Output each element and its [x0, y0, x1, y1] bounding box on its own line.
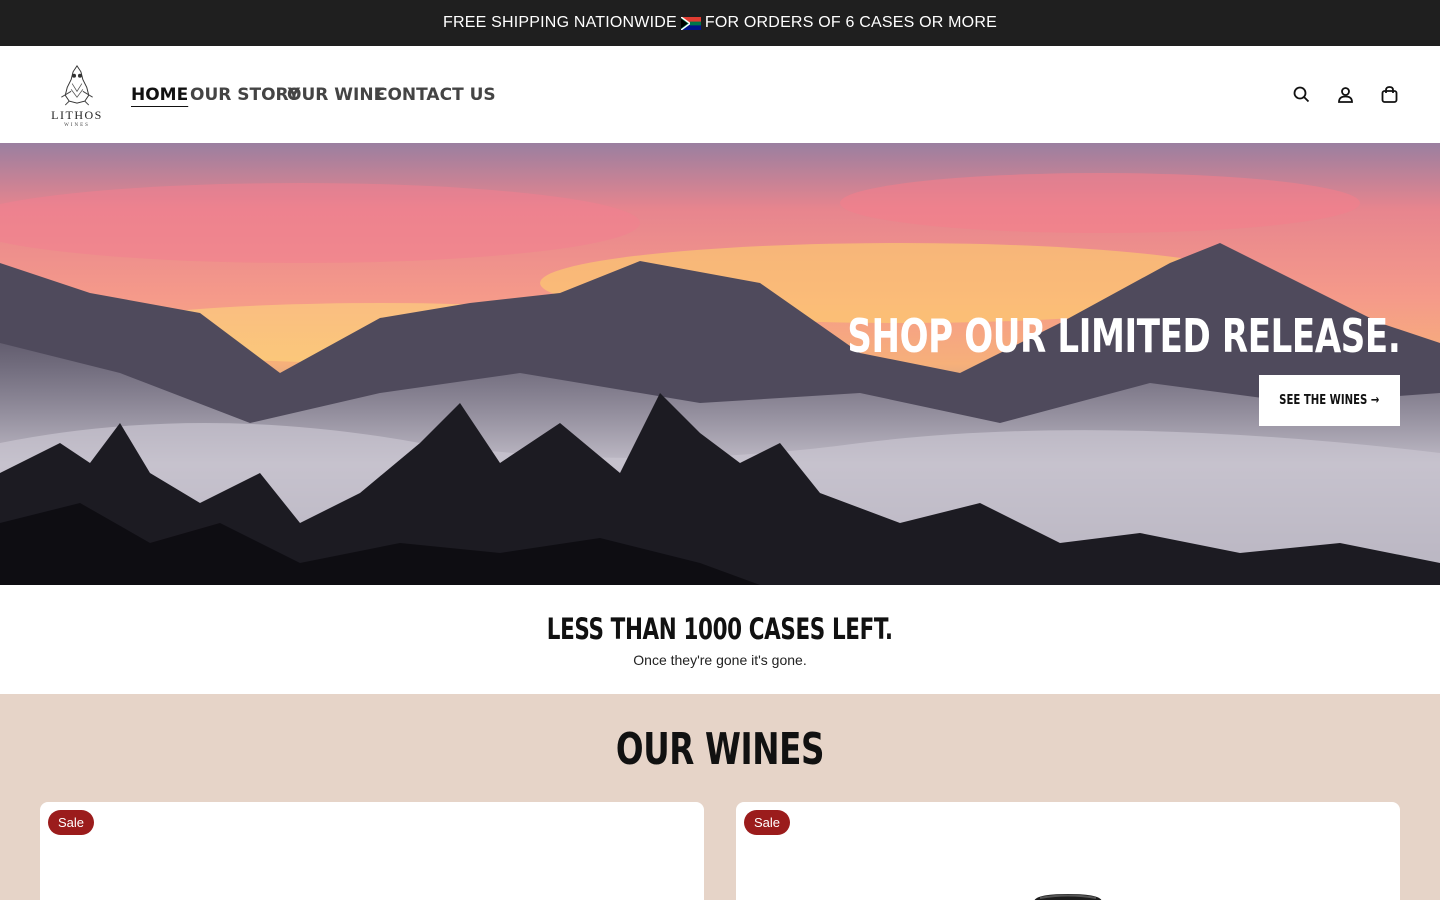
hero-title: SHOP OUR LIMITED RELEASE.	[846, 309, 1400, 363]
account-icon[interactable]	[1334, 84, 1356, 106]
cases-title: LESS THAN 1000 CASES LEFT.	[547, 611, 893, 646]
sale-badge: Sale	[48, 810, 95, 835]
wine-cards: Sale Sale	[40, 802, 1400, 900]
logo-subtitle: WINES	[64, 122, 90, 128]
nav-contact-us[interactable]: CONTACT US	[375, 85, 496, 105]
main-nav: HOME OUR STORY OUR WINE CONTACT US	[131, 85, 496, 105]
cart-icon[interactable]	[1378, 84, 1400, 106]
announcement-bar: FREE SHIPPING NATIONWIDE FOR ORDERS OF 6…	[0, 0, 1440, 46]
nav-our-story[interactable]: OUR STORY	[190, 85, 300, 105]
announcement-text-left: FREE SHIPPING NATIONWIDE	[443, 14, 677, 31]
logo-name: LITHOS	[51, 107, 103, 122]
wine-bottle-image	[1034, 894, 1102, 900]
nav-home[interactable]: HOME	[131, 85, 188, 105]
wine-card[interactable]: Sale	[40, 802, 704, 900]
see-the-wines-label: SEE THE WINES →	[1279, 393, 1380, 408]
search-icon[interactable]	[1290, 84, 1312, 106]
cases-subtitle: Once they're gone it's gone.	[633, 651, 807, 668]
cases-section: LESS THAN 1000 CASES LEFT. Once they're …	[0, 585, 1440, 694]
hero-banner: SHOP OUR LIMITED RELEASE. SEE THE WINES …	[0, 143, 1440, 585]
site-header: LITHOS WINES HOME OUR STORY OUR WINE CON…	[0, 46, 1440, 143]
logo[interactable]: LITHOS WINES	[48, 62, 106, 128]
see-the-wines-button[interactable]: SEE THE WINES →	[1259, 375, 1400, 426]
owl-logo-icon	[61, 64, 93, 105]
our-wines-section: OUR WINES Sale Sale	[0, 694, 1440, 900]
header-icons	[1290, 84, 1400, 106]
announcement-text-right: FOR ORDERS OF 6 CASES OR MORE	[704, 14, 997, 31]
our-wines-title: OUR WINES	[615, 724, 825, 775]
hero-content: SHOP OUR LIMITED RELEASE. SEE THE WINES …	[653, 309, 1400, 426]
south-africa-flag-icon	[680, 16, 701, 30]
sale-badge: Sale	[744, 810, 791, 835]
wine-card[interactable]: Sale	[736, 802, 1400, 900]
nav-our-wine[interactable]: OUR WINE	[287, 85, 385, 105]
